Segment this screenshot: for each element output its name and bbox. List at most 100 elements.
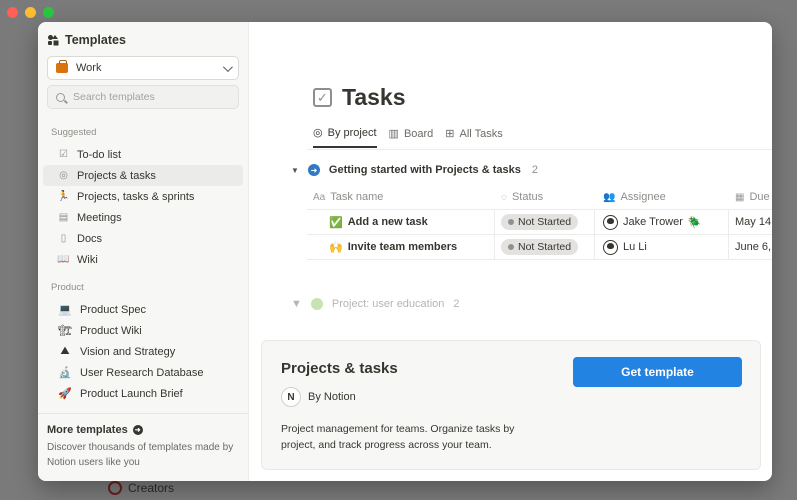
tab-all-tasks[interactable]: ⊞ All Tasks [445, 126, 502, 148]
column-header-label: Assignee [620, 191, 666, 203]
template-preview: ✓ Tasks ◎ By project ▥ Board ⊞ All Tasks… [249, 22, 772, 481]
toggle-triangle-icon[interactable]: ▼ [291, 298, 302, 310]
sidebar-item-docs[interactable]: ▯ Docs [43, 228, 243, 249]
status-property-icon: ◌ [501, 191, 507, 203]
creators-icon [108, 481, 122, 495]
calendar-icon: ▦ [735, 191, 745, 203]
sidebar-item-product-spec[interactable]: 💻 Product Spec [43, 299, 243, 320]
more-templates-panel[interactable]: More templates ➜ Discover thousands of t… [38, 413, 248, 481]
laptop-icon: 💻 [58, 304, 72, 316]
toggle-triangle-icon[interactable]: ▼ [291, 166, 299, 175]
target-icon: ◎ [59, 170, 68, 181]
column-header-due[interactable]: ▦ Due [729, 185, 772, 209]
sidebar-item-vision-strategy[interactable]: ⛰ Vision and Strategy [43, 341, 243, 362]
microscope-icon: 🔬 [58, 367, 72, 379]
status-cell[interactable]: Not Started [495, 210, 595, 234]
avatar [603, 239, 618, 255]
sidebar-title: Templates [65, 33, 126, 47]
chevron-down-icon [222, 61, 233, 72]
sidebar-item-todo-list[interactable]: ☑ To-do list [43, 144, 243, 165]
search-input[interactable] [73, 91, 230, 103]
group-name: Getting started with Projects & tasks [328, 164, 521, 176]
templates-icon [48, 35, 59, 46]
template-author: By Notion [308, 391, 356, 403]
sidebar-item-label: Product Launch Brief [80, 387, 183, 400]
workspace-select[interactable]: Work [47, 56, 239, 80]
due-cell[interactable]: June 6, 2 [729, 235, 772, 259]
task-name: Invite team members [347, 241, 458, 253]
table-icon: ⊞ [445, 128, 455, 140]
tab-by-project[interactable]: ◎ By project [313, 126, 377, 148]
sidebar-header: Templates [38, 22, 248, 47]
task-name-cell[interactable]: 🙌 Invite team members [307, 235, 495, 259]
tasks-table: Aa Task name ◌ Status 👥 Assignee ▦ Due ✅… [307, 185, 772, 260]
sidebar-item-projects-tasks-sprints[interactable]: 🏃 Projects, tasks & sprints [43, 186, 243, 207]
more-templates-description: Discover thousands of templates made by … [47, 442, 234, 468]
sidebar-item-label: Vision and Strategy [80, 345, 176, 358]
due-cell[interactable]: May 14, 2 [729, 210, 772, 234]
search-box [47, 85, 239, 109]
suggested-section-label: Suggested [51, 127, 97, 138]
meeting-icon: ▤ [58, 212, 69, 223]
bug-icon: 🪲 [687, 216, 702, 229]
briefcase-icon [56, 60, 68, 73]
sidebar-item-label: Projects & tasks [77, 169, 156, 182]
group-name: Project: user education [331, 298, 445, 310]
assignee-cell[interactable]: Jake Trower 🪲 [595, 210, 729, 234]
assignee-name: Lu Li [623, 241, 647, 253]
sidebar-item-label: Product Wiki [80, 324, 142, 337]
assignee-cell[interactable]: Lu Li [595, 235, 729, 259]
product-list: 💻 Product Spec 🏗 Product Wiki ⛰ Vision a… [38, 299, 248, 404]
page-title: Tasks [342, 84, 406, 110]
arrow-circle-icon: ➜ [132, 425, 143, 435]
table-row[interactable]: ✅ Add a new task Not Started Jake Trower… [307, 210, 772, 235]
column-header-assignee[interactable]: 👥 Assignee [595, 185, 729, 209]
status-badge: Not Started [501, 214, 579, 230]
template-description: Project management for teams. Organize t… [281, 423, 515, 451]
arrow-right-circle-icon: ➜ [307, 164, 320, 176]
group-header-user-education[interactable]: ▼ Project: user education 2 [291, 298, 460, 310]
sidebar-item-projects-tasks[interactable]: ◎ Projects & tasks [43, 165, 243, 186]
template-title: Projects & tasks [281, 360, 398, 377]
sidebar-item-label: Projects, tasks & sprints [77, 190, 195, 203]
sidebar-item-meetings[interactable]: ▤ Meetings [43, 207, 243, 228]
minimize-window-button[interactable] [25, 7, 36, 18]
tabs-divider [307, 149, 772, 150]
rocket-icon: 🚀 [58, 388, 72, 400]
avatar [603, 214, 618, 230]
table-row[interactable]: 🙌 Invite team members Not Started Lu Li … [307, 235, 772, 260]
sidebar-item-label: Product Spec [80, 303, 147, 316]
search-icon [56, 92, 65, 102]
column-header-label: Due [749, 191, 770, 203]
check-mark-icon: ✅ [329, 216, 343, 229]
get-template-button[interactable]: Get template [573, 357, 742, 387]
suggested-list: ☑ To-do list ◎ Projects & tasks 🏃 Projec… [38, 144, 248, 270]
sidebar-item-product-wiki[interactable]: 🏗 Product Wiki [43, 320, 243, 341]
sidebar-item-label: To-do list [77, 148, 122, 161]
tab-label: By project [327, 126, 377, 139]
template-info-card: Projects & tasks N By Notion Project man… [261, 340, 761, 470]
sidebar-item-wiki[interactable]: 📖 Wiki [43, 249, 243, 270]
background-item-label: Creators [128, 481, 175, 495]
template-author-row: N By Notion [281, 387, 356, 407]
sidebar-item-user-research[interactable]: 🔬 User Research Database [43, 362, 243, 383]
runner-icon: 🏃 [57, 191, 70, 202]
text-property-icon: Aa [313, 191, 326, 203]
people-property-icon: 👥 [603, 191, 616, 203]
book-icon: 📖 [57, 254, 70, 265]
group-header-getting-started[interactable]: ▼ ➜ Getting started with Projects & task… [291, 164, 538, 176]
due-date: June 6, 2 [735, 241, 772, 253]
tab-label: Board [403, 127, 434, 140]
sidebar-item-product-launch[interactable]: 🚀 Product Launch Brief [43, 383, 243, 404]
status-cell[interactable]: Not Started [495, 235, 595, 259]
status-dot-icon [508, 244, 514, 250]
crane-icon: 🏗 [58, 325, 72, 337]
status-label: Not Started [518, 241, 572, 253]
column-header-task-name[interactable]: Aa Task name [307, 185, 495, 209]
workspace-select-value: Work [76, 62, 102, 74]
column-header-status[interactable]: ◌ Status [495, 185, 595, 209]
zoom-window-button[interactable] [43, 7, 54, 18]
tab-board[interactable]: ▥ Board [389, 126, 434, 148]
task-name-cell[interactable]: ✅ Add a new task [307, 210, 495, 234]
close-window-button[interactable] [7, 7, 18, 18]
